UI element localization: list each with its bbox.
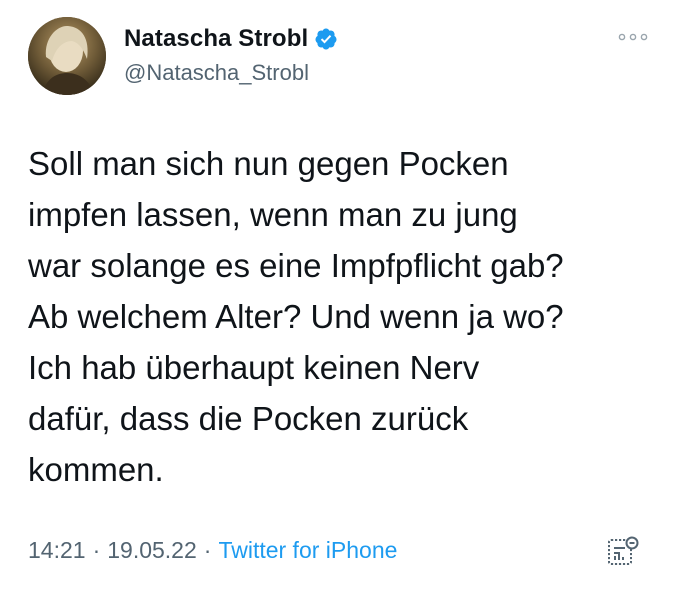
avatar-image: [28, 17, 106, 95]
verified-badge-icon: [314, 27, 338, 51]
meta-separator: ·: [203, 537, 212, 563]
more-options-icon[interactable]: [614, 30, 652, 44]
tweet-card: Natascha Strobl @Natascha_Strobl Soll ma…: [0, 0, 680, 598]
tweet-analytics-icon[interactable]: [603, 532, 643, 572]
meta-separator: ·: [92, 537, 101, 563]
tweet-meta: 14:21 · 19.05.22 · Twitter for iPhone: [28, 537, 397, 564]
tweet-source-link[interactable]: Twitter for iPhone: [218, 537, 397, 564]
tweet-text: Soll man sich nun gegen Pocken impfen la…: [28, 145, 564, 488]
tweet-date[interactable]: 19.05.22: [107, 537, 197, 564]
avatar[interactable]: [28, 17, 106, 95]
handle[interactable]: @Natascha_Strobl: [124, 60, 309, 86]
author-row: Natascha Strobl: [124, 24, 338, 54]
tweet-time[interactable]: 14:21: [28, 537, 86, 564]
display-name[interactable]: Natascha Strobl: [124, 25, 308, 53]
